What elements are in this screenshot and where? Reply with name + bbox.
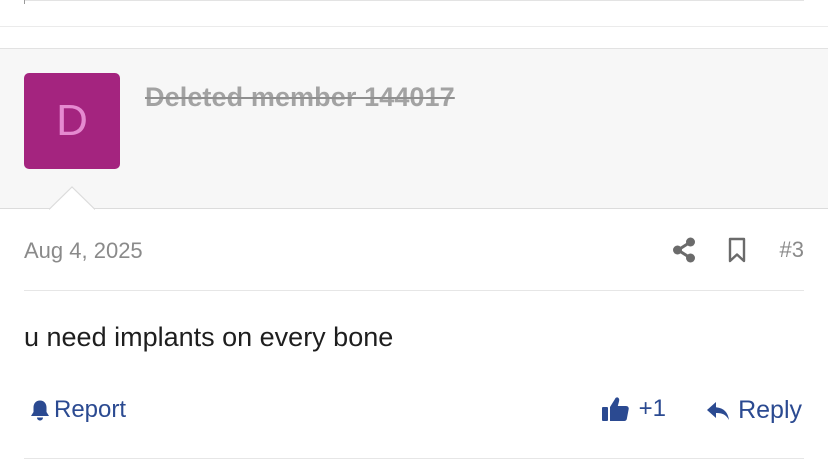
previous-post-divider [24,0,804,1]
previous-post-edge [24,0,25,4]
post-user-header: D Deleted member 144017 [0,48,828,209]
reply-label: Reply [738,396,802,424]
user-header-arrow [49,186,95,210]
post-meta-row: Aug 4, 2025 #3 [24,232,804,268]
thread-page: D Deleted member 144017 Aug 4, 2025 #3 u… [0,0,828,474]
reply-icon [707,401,730,420]
post-footer: Report +1 Reply [24,392,804,428]
report-button[interactable]: Report [28,396,126,424]
bell-icon [31,400,49,421]
post-date[interactable]: Aug 4, 2025 [24,238,143,264]
previous-post-remnant [0,0,828,48]
reaction-count: +1 [638,395,666,422]
post-number[interactable]: #3 [780,237,804,263]
post-body-text: u need implants on every bone [24,322,394,352]
post-meta-actions: #3 [671,234,804,266]
share-icon[interactable] [671,235,697,265]
avatar-letter: D [56,96,88,145]
previous-post-bottom-border [0,26,828,27]
reply-button[interactable]: Reply [706,396,802,425]
username: Deleted member 144017 [145,82,455,112]
bookmark-icon[interactable] [726,235,748,265]
bottom-divider [24,458,804,459]
reaction-button[interactable]: +1 [601,395,666,423]
avatar[interactable]: D [24,73,120,169]
report-label: Report [54,396,127,423]
thumbs-up-icon [601,397,629,421]
meta-divider [24,290,804,291]
